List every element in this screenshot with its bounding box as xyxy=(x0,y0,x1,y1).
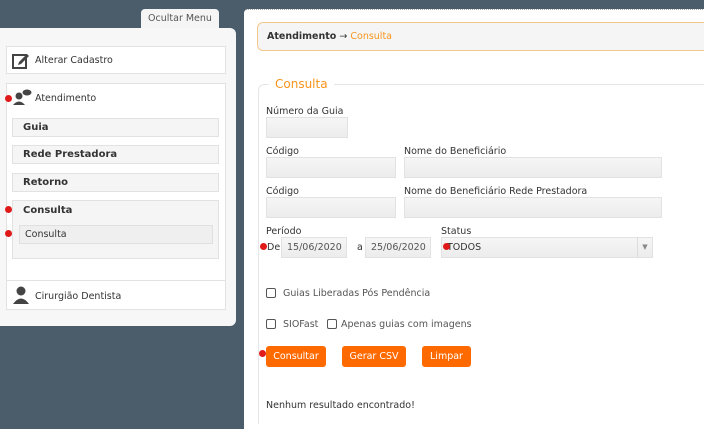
breadcrumb: Atendimento → Consulta xyxy=(257,22,704,51)
codigo-rede-input[interactable] xyxy=(266,197,396,218)
breadcrumb-separator: → xyxy=(339,31,348,42)
user-icon xyxy=(13,286,29,304)
sidebar-item-atendimento[interactable]: Atendimento xyxy=(35,93,96,104)
marker-dot xyxy=(5,95,12,102)
liberadas-label: Guias Liberadas Pós Pendência xyxy=(283,288,431,299)
gerar-csv-button[interactable]: Gerar CSV xyxy=(342,346,406,367)
numero-guia-input[interactable] xyxy=(266,117,348,138)
sidebar-subitem-retorno[interactable]: Retorno xyxy=(12,173,219,192)
sidebar-subgroup-consulta: Consulta Consulta xyxy=(12,200,219,259)
fieldset-legend: Consulta xyxy=(269,77,334,91)
user-chat-icon xyxy=(13,89,32,105)
imagens-checkbox[interactable] xyxy=(327,319,337,329)
siofast-label: SIOFast xyxy=(283,319,319,330)
status-label: Status xyxy=(441,226,472,237)
sidebar-item-label: Cirurgião Dentista xyxy=(35,291,122,302)
sidebar-item-label: Alterar Cadastro xyxy=(35,55,113,66)
breadcrumb-current: Consulta xyxy=(350,31,392,42)
codigo-input[interactable] xyxy=(266,157,396,178)
hide-menu-tab[interactable]: Ocultar Menu xyxy=(141,9,219,29)
nome-beneficiario-input[interactable] xyxy=(404,157,662,178)
marker-dot xyxy=(443,243,450,250)
marker-dot xyxy=(259,350,266,357)
a-label: a xyxy=(357,242,363,253)
nome-beneficiario-label: Nome do Beneficiário xyxy=(404,146,507,157)
chevron-down-icon[interactable]: ▼ xyxy=(637,238,652,257)
status-select[interactable]: TODOS ▼ xyxy=(441,237,653,258)
sidebar-group-atendimento: Atendimento Guia Rede Prestadora Retorno… xyxy=(6,83,226,300)
limpar-button[interactable]: Limpar xyxy=(422,346,471,367)
sidebar-subitem-guia[interactable]: Guia xyxy=(12,118,219,137)
codigo-rede-label: Código xyxy=(266,186,299,197)
status-value: TODOS xyxy=(447,242,482,253)
sidebar-item-cirurgiao-dentista[interactable]: Cirurgião Dentista xyxy=(6,280,226,310)
sidebar-item-alterar-cadastro[interactable]: Alterar Cadastro xyxy=(6,46,226,74)
edit-icon xyxy=(12,54,29,69)
codigo-label: Código xyxy=(266,146,299,157)
nome-beneficiario-rede-label: Nome do Beneficiário Rede Prestadora xyxy=(404,186,588,197)
de-label: De xyxy=(267,242,281,253)
liberadas-checkbox[interactable] xyxy=(266,288,276,298)
marker-dot xyxy=(5,230,12,237)
sidebar-subitem-consulta[interactable]: Consulta xyxy=(23,205,72,216)
date-to-input[interactable]: 25/06/2020 xyxy=(365,237,431,258)
consultar-button[interactable]: Consultar xyxy=(266,346,326,367)
breadcrumb-parent[interactable]: Atendimento xyxy=(267,31,336,42)
marker-dot xyxy=(260,243,267,250)
nome-beneficiario-rede-input[interactable] xyxy=(404,197,662,218)
numero-guia-label: Número da Guia xyxy=(266,106,344,117)
date-from-input[interactable]: 15/06/2020 xyxy=(281,237,347,258)
periodo-label: Período xyxy=(266,226,302,237)
marker-dot xyxy=(5,206,12,213)
result-message: Nenhum resultado encontrado! xyxy=(266,400,415,411)
siofast-checkbox[interactable] xyxy=(266,319,276,329)
sidebar: Alterar Cadastro Atendimento Guia Rede P… xyxy=(0,28,236,326)
imagens-label: Apenas guias com imagens xyxy=(341,319,472,330)
sidebar-subitem-rede-prestadora[interactable]: Rede Prestadora xyxy=(12,145,219,164)
sidebar-leaf-consulta[interactable]: Consulta xyxy=(19,225,213,244)
